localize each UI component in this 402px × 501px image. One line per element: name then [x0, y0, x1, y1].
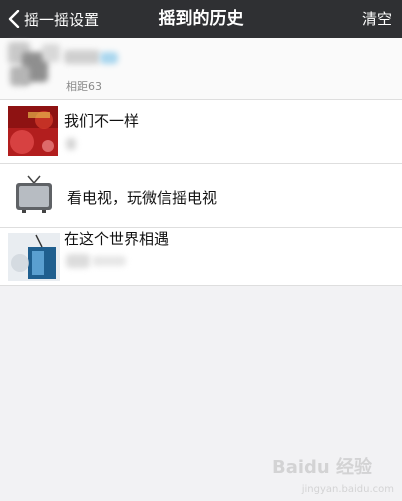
- clear-button[interactable]: 清空: [362, 0, 392, 38]
- item-title: 看电视，玩微信摇电视: [67, 189, 218, 207]
- list-item[interactable]: 我们不一样: [0, 100, 402, 164]
- list-item[interactable]: 相距63: [0, 38, 402, 100]
- back-button-label: 摇一摇设置: [24, 10, 100, 29]
- chevron-left-icon: [8, 10, 20, 28]
- navigation-bar: 摇一摇设置 摇到的历史 清空: [0, 0, 402, 38]
- song-cover-image: [8, 106, 58, 156]
- back-button[interactable]: 摇一摇设置: [8, 0, 99, 38]
- shake-history-list: 相距63 我们不一样 看电视，玩微信摇电视 在这个世界相遇: [0, 38, 402, 286]
- watermark-url: jingyan.baidu.com: [301, 484, 394, 495]
- avatar: [8, 42, 60, 90]
- list-item[interactable]: 看电视，玩微信摇电视: [0, 164, 402, 228]
- item-title: 我们不一样: [64, 112, 140, 130]
- tv-icon: [14, 174, 54, 214]
- tv-cover-image: [8, 233, 60, 281]
- watermark-logo: Baidu 经验: [271, 457, 372, 478]
- list-item[interactable]: 在这个世界相遇: [0, 228, 402, 286]
- item-title: 在这个世界相遇: [64, 230, 170, 248]
- distance-label: 相距63: [66, 80, 102, 93]
